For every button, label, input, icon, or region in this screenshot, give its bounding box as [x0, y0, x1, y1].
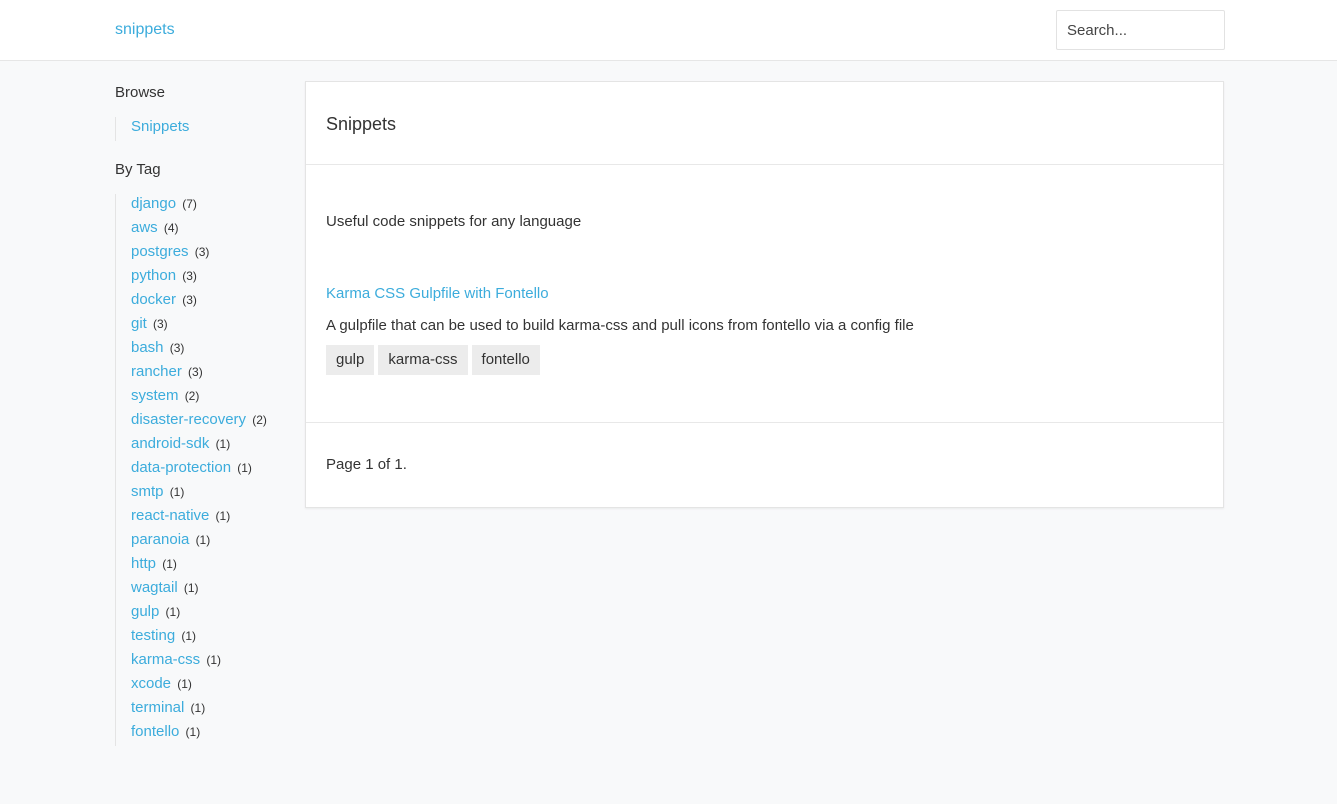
snippet-tags: gulp karma-css fontello — [326, 345, 1223, 375]
tag-list: django (7) aws (4) postgres (3) python (… — [115, 194, 295, 746]
tag-count: (1) — [165, 605, 181, 619]
sidebar-tag-link[interactable]: http — [131, 555, 156, 572]
tag-count: (2) — [252, 413, 267, 427]
tag-count: (3) — [153, 317, 168, 331]
sidebar-tag-link[interactable]: react-native — [131, 507, 209, 524]
browse-heading: Browse — [115, 84, 166, 101]
tag-count: (3) — [169, 341, 185, 355]
tag-list-item: testing (1) — [131, 626, 295, 650]
tag-list-item: django (7) — [131, 194, 295, 218]
tag-list-item: react-native (1) — [131, 506, 295, 530]
card-footer: Page 1 of 1. — [306, 423, 1223, 475]
tag-count: (4) — [163, 221, 179, 235]
tag-count: (3) — [188, 365, 203, 379]
page-description: Useful code snippets for any language — [326, 213, 582, 230]
tag-list-item: xcode (1) — [131, 674, 295, 698]
tag-count: (1) — [195, 533, 211, 547]
tag-list-item: gulp (1) — [131, 602, 295, 626]
sidebar-tag-link[interactable]: terminal — [131, 699, 184, 716]
tag-count: (2) — [184, 389, 200, 403]
tag-count: (1) — [215, 509, 231, 523]
tag-list-item: rancher (3) — [131, 362, 295, 386]
tag-count: (1) — [181, 629, 197, 643]
tag-count: (1) — [183, 581, 199, 595]
sidebar-tag-link[interactable]: gulp — [131, 603, 159, 620]
card-body: Useful code snippets for any language Ka… — [306, 165, 1223, 423]
brand-link[interactable]: snippets — [115, 20, 175, 40]
sidebar-tag-link[interactable]: bash — [131, 339, 164, 356]
tag-count: (3) — [182, 269, 197, 283]
tag-count: (1) — [215, 437, 231, 451]
tag-list-item: android-sdk (1) — [131, 434, 295, 458]
tag-list-item: aws (4) — [131, 218, 295, 242]
snippet-description: A gulpfile that can be used to build kar… — [326, 317, 914, 334]
tag-list-item: docker (3) — [131, 290, 295, 314]
tag-count: (3) — [182, 293, 197, 307]
tag-list-item: paranoia (1) — [131, 530, 295, 554]
tag-list-item: postgres (3) — [131, 242, 295, 266]
sidebar-tag-link[interactable]: aws — [131, 219, 158, 236]
sidebar-tag-link[interactable]: data-protection — [131, 459, 231, 476]
tag-list-item: wagtail (1) — [131, 578, 295, 602]
sidebar-tag-link[interactable]: wagtail — [131, 579, 178, 596]
sidebar-tag-link[interactable]: fontello — [131, 723, 179, 740]
sidebar-tag-link[interactable]: django — [131, 195, 176, 212]
tag-count: (3) — [194, 245, 210, 259]
tag-list-item: bash (3) — [131, 338, 295, 362]
sidebar-tag-link[interactable]: python — [131, 267, 176, 284]
tag-list-item: data-protection (1) — [131, 458, 295, 482]
sidebar: Browse Snippets By Tag django (7) aws (4… — [115, 83, 295, 746]
sidebar-tag-link[interactable]: karma-css — [131, 651, 200, 668]
sidebar-tag-link[interactable]: docker — [131, 291, 176, 308]
sidebar-tag-link[interactable]: disaster-recovery — [131, 411, 246, 428]
tag-list-item: git (3) — [131, 314, 295, 338]
tag-list-item: python (3) — [131, 266, 295, 290]
sidebar-item-snippets[interactable]: Snippets — [131, 118, 189, 135]
tag-count: (1) — [169, 485, 185, 499]
tag-count: (1) — [162, 557, 177, 571]
top-navbar: snippets — [0, 0, 1337, 61]
by-tag-heading: By Tag — [115, 161, 161, 178]
sidebar-tag-link[interactable]: paranoia — [131, 531, 189, 548]
tag-list-item: fontello (1) — [131, 722, 295, 746]
sidebar-tag-link[interactable]: xcode — [131, 675, 171, 692]
sidebar-tag-link[interactable]: testing — [131, 627, 175, 644]
sidebar-tag-link[interactable]: android-sdk — [131, 435, 209, 452]
sidebar-tag-link[interactable]: rancher — [131, 363, 182, 380]
pagination-status: Page 1 of 1. — [326, 456, 407, 473]
snippet-title-link[interactable]: Karma CSS Gulpfile with Fontello — [326, 284, 1223, 304]
browse-item: Snippets — [131, 117, 295, 141]
search-input[interactable] — [1056, 10, 1225, 50]
tag-list-item: smtp (1) — [131, 482, 295, 506]
tag-count: (1) — [177, 677, 192, 691]
page-title: Snippets — [326, 114, 397, 134]
tag-count: (1) — [237, 461, 252, 475]
snippet-tag[interactable]: fontello — [471, 345, 540, 375]
tag-list-item: terminal (1) — [131, 698, 295, 722]
snippet-tag[interactable]: karma-css — [378, 345, 468, 375]
tag-list-item: karma-css (1) — [131, 650, 295, 674]
tag-list-item: system (2) — [131, 386, 295, 410]
sidebar-tag-link[interactable]: git — [131, 315, 147, 332]
browse-list: Snippets — [115, 117, 295, 141]
tag-count: (7) — [182, 197, 197, 211]
card-header: Snippets — [306, 82, 1223, 165]
tag-list-item: http (1) — [131, 554, 295, 578]
snippet-tag[interactable]: gulp — [326, 345, 375, 375]
tag-count: (1) — [206, 653, 222, 667]
tag-list-item: disaster-recovery (2) — [131, 410, 295, 434]
sidebar-tag-link[interactable]: smtp — [131, 483, 164, 500]
snippets-card: Snippets Useful code snippets for any la… — [305, 81, 1224, 508]
tag-count: (1) — [185, 725, 201, 739]
sidebar-tag-link[interactable]: postgres — [131, 243, 189, 260]
tag-count: (1) — [190, 701, 206, 715]
sidebar-tag-link[interactable]: system — [131, 387, 179, 404]
